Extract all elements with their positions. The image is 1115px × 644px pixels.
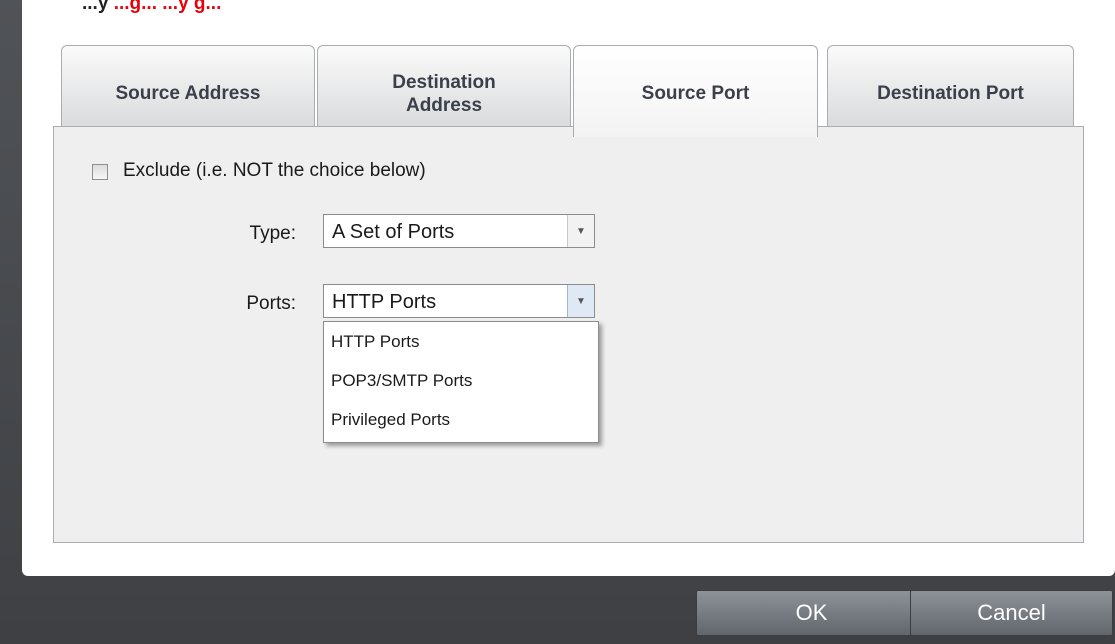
exclude-checkbox[interactable]: [92, 164, 108, 180]
tab-source-address[interactable]: Source Address: [61, 45, 315, 137]
dropdown-option-pop3-smtp-ports[interactable]: POP3/SMTP Ports: [324, 361, 598, 400]
banner-lead-text: ...y: [82, 0, 109, 14]
chevron-down-icon[interactable]: ▼: [567, 215, 594, 247]
ok-button[interactable]: OK: [696, 590, 927, 636]
ports-select[interactable]: HTTP Ports ▼: [323, 284, 595, 318]
tab-destination-address[interactable]: Destination Address: [317, 45, 571, 137]
ports-dropdown-list: HTTP Ports POP3/SMTP Ports Privileged Po…: [323, 321, 599, 443]
tab-label: Destination Port: [877, 83, 1024, 104]
tab-label: Destination Address: [392, 71, 496, 116]
type-select-value: A Set of Ports: [332, 221, 455, 243]
tab-panel-source-port: Exclude (i.e. NOT the choice below) Type…: [53, 126, 1084, 543]
ports-select-value: HTTP Ports: [332, 291, 437, 313]
dropdown-option-privileged-ports[interactable]: Privileged Ports: [324, 400, 598, 439]
cancel-button[interactable]: Cancel: [910, 590, 1113, 636]
tab-label: Source Port: [641, 83, 750, 104]
banner-highlight-text: ...g... ...y g...: [113, 0, 222, 14]
tab-source-port[interactable]: Source Port: [573, 45, 818, 137]
tab-container: Source Address Destination Address Sourc…: [53, 37, 1084, 543]
chevron-down-icon[interactable]: ▼: [567, 285, 594, 317]
ports-label: Ports:: [246, 293, 296, 314]
top-banner-text: ...y ...g... ...y g...: [82, 0, 1032, 18]
exclude-label: Exclude (i.e. NOT the choice below): [123, 160, 426, 181]
tab-label: Source Address: [115, 83, 261, 104]
dropdown-option-http-ports[interactable]: HTTP Ports: [324, 322, 598, 361]
type-select[interactable]: A Set of Ports ▼: [323, 214, 595, 248]
type-label: Type:: [249, 223, 296, 244]
tab-destination-port[interactable]: Destination Port: [827, 45, 1074, 137]
